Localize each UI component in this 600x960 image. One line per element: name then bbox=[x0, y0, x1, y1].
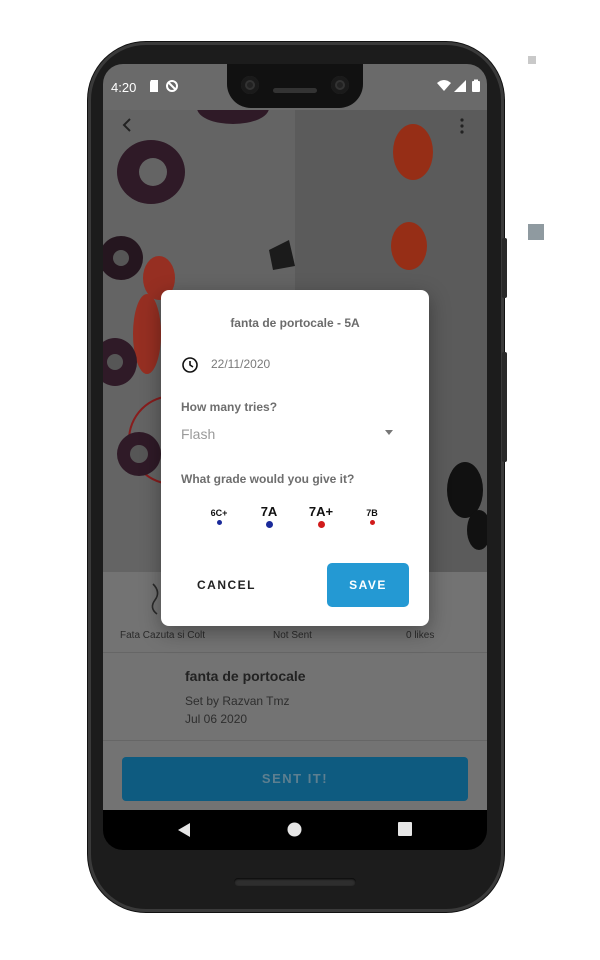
camera-notch bbox=[227, 64, 363, 108]
route-details: fanta de portocale Set by Razvan Tmz Jul… bbox=[103, 654, 487, 740]
stray-pixel bbox=[528, 224, 544, 240]
battery-icon bbox=[472, 79, 480, 92]
dialog-title: fanta de portocale - 5A bbox=[230, 316, 360, 330]
grade-option-7b[interactable]: 7B bbox=[359, 504, 385, 525]
grade-question: What grade would you give it? bbox=[181, 472, 355, 486]
wall-name: Fata Cazuta si Colt bbox=[120, 630, 206, 641]
nav-recents-icon[interactable] bbox=[398, 822, 412, 836]
navigation-bar bbox=[103, 810, 487, 850]
divider bbox=[103, 652, 487, 653]
tries-question: How many tries? bbox=[181, 400, 278, 414]
grade-label: 7A+ bbox=[308, 504, 334, 519]
overflow-menu-icon[interactable] bbox=[459, 118, 465, 134]
cancel-button[interactable]: CANCEL bbox=[197, 578, 256, 592]
route-setter: Set by Razvan Tmz bbox=[185, 694, 290, 708]
grade-label: 7B bbox=[366, 508, 378, 518]
route-date: Jul 06 2020 bbox=[185, 712, 248, 726]
grade-option-6c-plus[interactable]: 6C+ bbox=[205, 504, 233, 525]
grade-dot bbox=[216, 520, 222, 525]
earpiece bbox=[273, 88, 317, 93]
wifi-icon bbox=[437, 80, 451, 91]
sent-status: Not Sent bbox=[273, 630, 312, 641]
grade-dot bbox=[317, 521, 325, 528]
bottom-speaker bbox=[234, 878, 356, 886]
clock-icon bbox=[182, 357, 198, 373]
power-button bbox=[502, 238, 507, 298]
data-saver-icon bbox=[166, 80, 178, 92]
tries-selected-value: Flash bbox=[181, 426, 216, 442]
sent-it-button[interactable]: SENT IT! bbox=[122, 757, 468, 801]
status-time: 4:20 bbox=[111, 80, 137, 95]
front-camera bbox=[331, 76, 349, 94]
sd-card-icon bbox=[150, 80, 158, 92]
grade-label: 7A bbox=[260, 504, 278, 519]
grade-dot bbox=[369, 520, 375, 525]
dropdown-arrow-icon bbox=[385, 430, 393, 435]
stray-pixel bbox=[528, 56, 536, 64]
nav-back-icon[interactable] bbox=[177, 822, 191, 838]
grade-dot bbox=[265, 521, 273, 528]
date-field[interactable]: 22/11/2020 bbox=[211, 357, 270, 371]
nav-home-icon[interactable] bbox=[287, 822, 302, 837]
front-camera bbox=[241, 76, 259, 94]
save-button[interactable]: SAVE bbox=[327, 563, 409, 607]
route-name: fanta de portocale bbox=[185, 668, 306, 684]
back-arrow-icon[interactable] bbox=[121, 118, 133, 132]
tries-dropdown[interactable]: Flash bbox=[181, 424, 393, 446]
grade-label: 6C+ bbox=[210, 508, 228, 518]
log-ascent-dialog: fanta de portocale - 5A 22/11/2020 How m… bbox=[161, 290, 429, 626]
likes-count: 0 likes bbox=[406, 630, 435, 641]
grade-option-7a[interactable]: 7A bbox=[255, 504, 283, 528]
grade-option-7a-plus[interactable]: 7A+ bbox=[305, 504, 337, 528]
volume-button bbox=[502, 352, 507, 462]
signal-icon bbox=[454, 80, 466, 92]
